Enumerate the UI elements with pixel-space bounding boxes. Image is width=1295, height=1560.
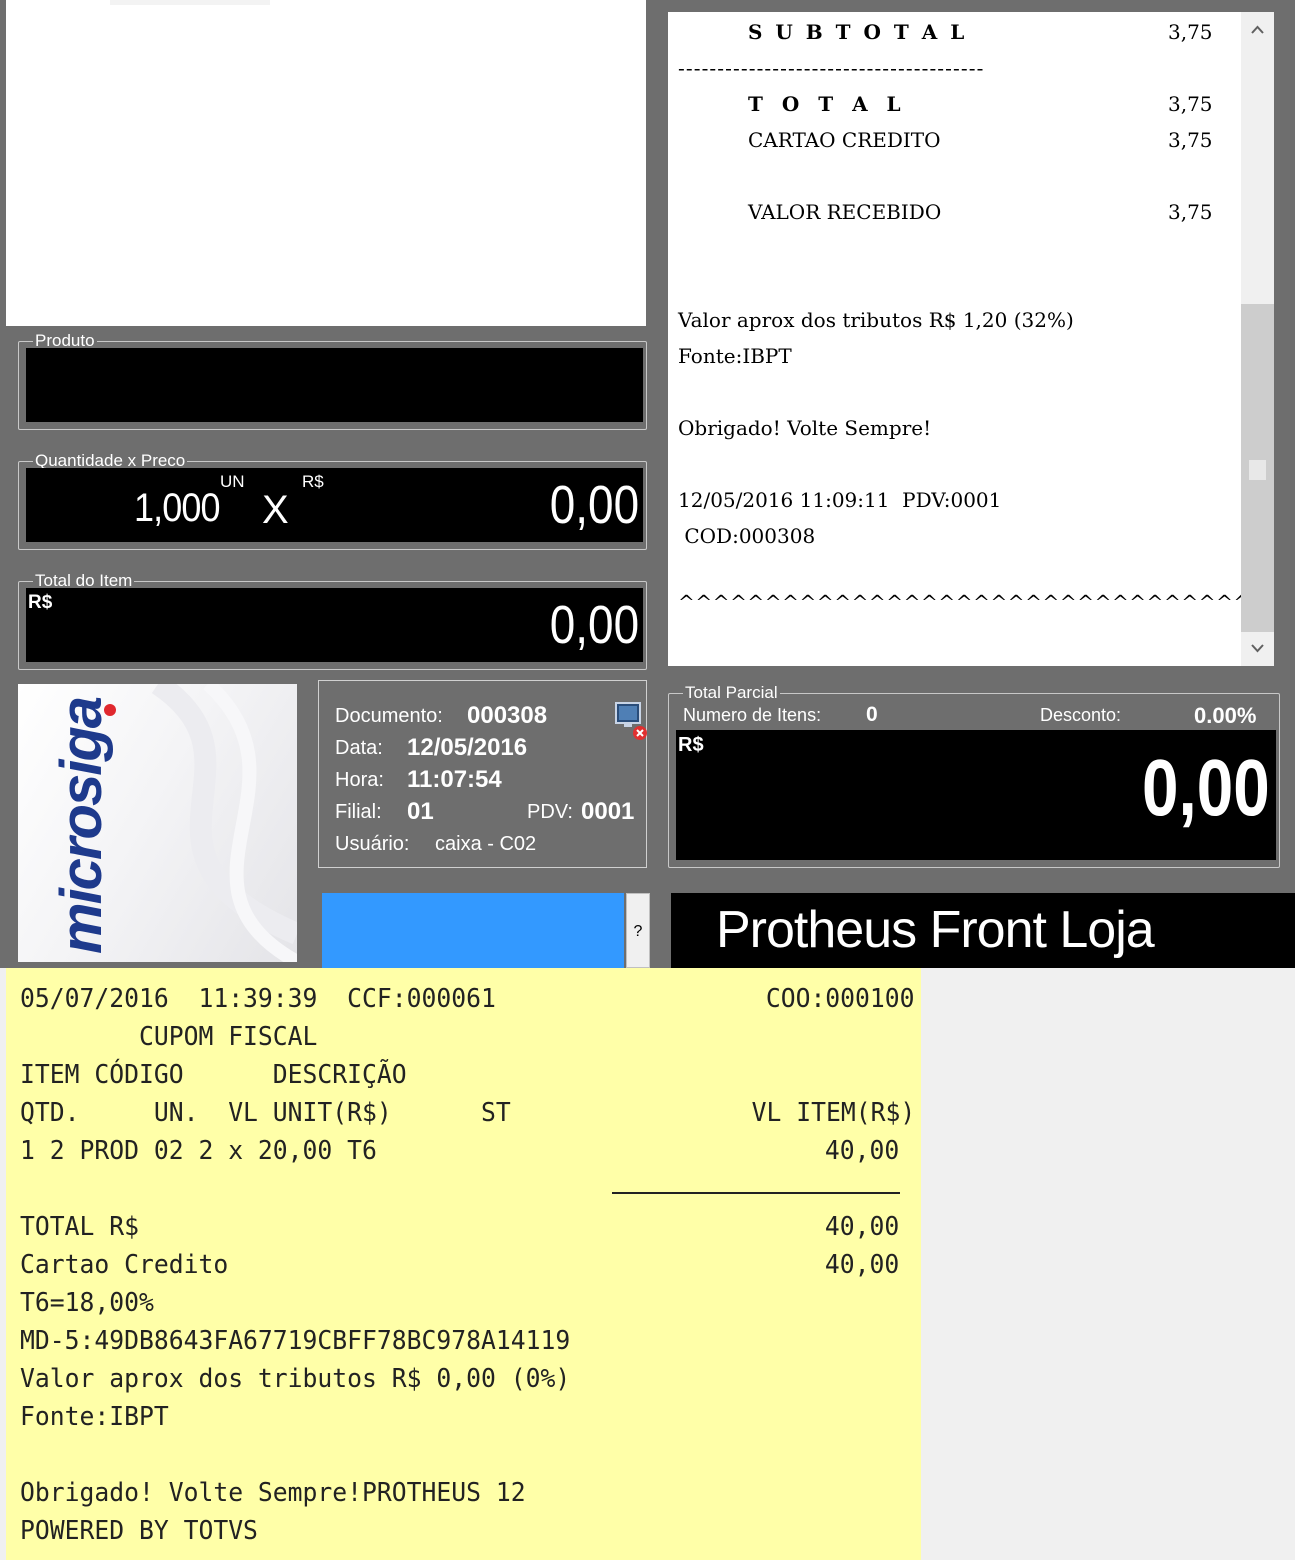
brand-title: Protheus Front Loja <box>716 901 1155 959</box>
recebido-value: 3,75 <box>1168 200 1213 224</box>
usuario-value: caixa - C02 <box>435 833 537 855</box>
hora-label: Hora: <box>335 769 384 791</box>
cupom-tributos: Valor aprox dos tributos R$ 0,00 (0%) <box>20 1364 571 1394</box>
document-info-box: Documento: 000308 Data: 12/05/2016 Hora:… <box>318 680 647 868</box>
fonte-line: Fonte:IBPT <box>678 344 792 368</box>
times-sign: X <box>262 488 289 532</box>
cupom-aliquota: T6=18,00% <box>20 1288 154 1318</box>
logo-dot-icon <box>104 704 116 716</box>
total-parcial-legend: Total Parcial <box>685 683 778 702</box>
total-item-legend: Total do Item <box>35 571 133 590</box>
produto-legend: Produto <box>35 331 95 350</box>
data-value: 12/05/2016 <box>407 734 528 761</box>
cupom-total-value: 40,00 <box>824 1212 899 1242</box>
cupom-total-label: TOTAL R$ <box>20 1212 139 1242</box>
subtotal-label: S U B T O T A L <box>748 20 968 44</box>
cupom-columns-1: ITEM CÓDIGO DESCRIÇÃO <box>20 1060 407 1090</box>
desconto-value: 0.00% <box>1194 703 1257 728</box>
filial-label: Filial: <box>335 801 382 823</box>
quantidade-legend: Quantidade x Preco <box>35 451 186 470</box>
usuario-label: Usuário: <box>335 833 410 855</box>
desconto-label: Desconto: <box>1040 705 1122 725</box>
itens-value: 0 <box>866 703 878 726</box>
hora-value: 11:07:54 <box>407 766 502 793</box>
cupom-divider <box>612 1192 900 1194</box>
cartao-value: 3,75 <box>1168 128 1213 152</box>
code-input-field[interactable] <box>322 893 624 968</box>
cartao-label: CARTAO CREDITO <box>748 128 941 152</box>
receipt-preview[interactable]: S U B T O T A L 3,75 -------------------… <box>668 12 1274 666</box>
cupom-header-right: COO:000100 <box>766 984 915 1014</box>
cupom-columns-2-right: VL ITEM(R$) <box>751 1098 915 1128</box>
offline-monitor-icon[interactable] <box>614 701 648 741</box>
cupom-fiscal: 05/07/2016 11:39:39 CCF:000061 COO:00010… <box>6 968 921 1560</box>
unit-label: UN <box>220 472 245 491</box>
pdv-label: PDV: <box>527 801 573 823</box>
produto-display[interactable] <box>26 348 643 422</box>
tributos-line: Valor aprox dos tributos R$ 1,20 (32%) <box>678 308 1074 332</box>
total-label: T O T A L <box>748 92 907 116</box>
recebido-label: VALOR RECEBIDO <box>748 200 942 224</box>
cupom-powered: POWERED BY TOTVS <box>20 1516 258 1546</box>
product-image-area <box>6 0 646 326</box>
carets-line: ^^^^^^^^^^^^^^^^^^^^^^^^^^^^^^^^^^^^^^^ <box>678 590 1274 614</box>
filial-value: 01 <box>407 798 434 825</box>
scrollbar-thumb[interactable] <box>1249 460 1266 480</box>
scroll-up-icon[interactable] <box>1250 24 1265 36</box>
obrigado-line: Obrigado! Volte Sempre! <box>678 416 932 440</box>
microsiga-logo: microsiga <box>18 684 297 962</box>
pdv-value: 0001 <box>581 798 635 825</box>
separator-dashes: --------------------------------------- <box>678 56 985 80</box>
cupom-item-value: 40,00 <box>824 1136 899 1166</box>
logo-text: microsiga <box>49 698 114 954</box>
itens-label: Numero de Itens: <box>683 705 822 725</box>
total-parcial-display: R$ 0,00 <box>676 730 1276 860</box>
cupom-item-line: 1 2 PROD 02 2 x 20,00 T6 <box>20 1136 377 1166</box>
total-item-value: 0,00 <box>549 595 639 655</box>
data-label: Data: <box>335 737 383 759</box>
pos-window: Produto Quantidade x Preco 1,000 UN X R$… <box>0 0 1295 968</box>
total-parcial-value: 0,00 <box>1142 743 1270 832</box>
total-value: 3,75 <box>1168 92 1213 116</box>
top-tab-strip <box>110 0 270 5</box>
cupom-cartao-value: 40,00 <box>824 1250 899 1280</box>
quantidade-display: 1,000 UN X R$ 0,00 <box>26 468 643 542</box>
help-button[interactable]: ? <box>626 893 650 968</box>
cupom-cartao-label: Cartao Credito <box>20 1250 229 1280</box>
cupom-header-left: 05/07/2016 11:39:39 CCF:000061 <box>20 984 496 1014</box>
documento-value: 000308 <box>467 702 548 729</box>
cupom-fonte: Fonte:IBPT <box>20 1402 169 1432</box>
total-item-display: R$ 0,00 <box>26 588 643 662</box>
datetime-line: 12/05/2016 11:09:11 PDV:0001 <box>678 488 1002 512</box>
price-currency: R$ <box>302 472 324 491</box>
quantity-value: 1,000 <box>134 486 220 530</box>
scroll-down-icon[interactable] <box>1250 642 1265 654</box>
cupom-title: CUPOM FISCAL <box>20 1022 318 1052</box>
total-parcial-currency: R$ <box>678 734 704 756</box>
subtotal-value: 3,75 <box>1168 20 1213 44</box>
total-item-currency: R$ <box>28 592 53 613</box>
cod-line: COD:000308 <box>678 524 816 548</box>
cupom-columns-2: QTD. UN. VL UNIT(R$) ST <box>20 1098 511 1128</box>
price-value: 0,00 <box>549 475 639 535</box>
cupom-md5: MD-5:49DB8643FA67719CBFF78BC978A14119 <box>20 1326 571 1356</box>
cupom-obrigado: Obrigado! Volte Sempre!PROTHEUS 12 <box>20 1478 526 1508</box>
documento-label: Documento: <box>335 705 443 727</box>
